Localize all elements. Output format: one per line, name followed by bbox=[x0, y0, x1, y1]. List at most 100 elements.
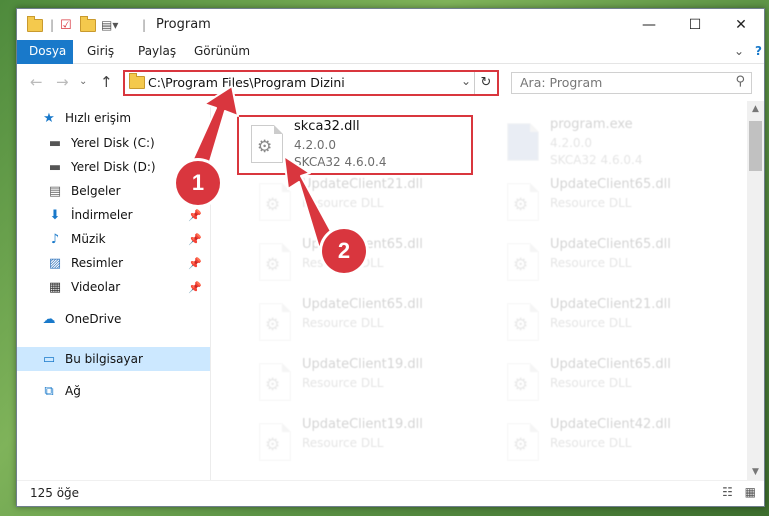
search-box[interactable]: Ara: Program ⚲ bbox=[511, 72, 752, 94]
vertical-scrollbar[interactable]: ▲ ▼ bbox=[747, 101, 764, 481]
cloud-icon: ☁ bbox=[42, 311, 56, 327]
pin-icon[interactable]: 📌 bbox=[188, 281, 202, 294]
file-description: Resource DLL bbox=[550, 376, 632, 390]
file-item[interactable]: ⚙ UpdateClient19.dll Resource DLL bbox=[247, 415, 477, 467]
file-name: UpdateClient42.dll bbox=[550, 417, 671, 432]
sidebar-item-label: Yerel Disk (D:) bbox=[71, 160, 156, 174]
dll-file-icon: ⚙ bbox=[507, 303, 539, 341]
computer-icon: ▭ bbox=[42, 351, 56, 367]
tab-home[interactable]: Giriş bbox=[87, 40, 114, 63]
title-bar: | ☑ ▤▾ | Program — ☐ ✕ bbox=[17, 9, 764, 40]
expand-ribbon-icon[interactable]: ⌄ bbox=[734, 40, 744, 63]
separator-icon: | bbox=[50, 18, 55, 32]
back-arrow-icon[interactable]: ← bbox=[30, 73, 43, 91]
music-icon: ♪ bbox=[50, 231, 60, 247]
up-arrow-icon[interactable]: ↑ bbox=[100, 73, 113, 91]
sidebar-item-network[interactable]: ⧉ Ağ bbox=[17, 379, 210, 403]
address-path[interactable]: C:\Program Files\Program Dizini bbox=[148, 75, 345, 90]
maximize-icon[interactable]: ☐ bbox=[672, 9, 718, 40]
chevron-down-icon[interactable]: ⌄ bbox=[461, 74, 471, 88]
tab-share[interactable]: Paylaş bbox=[138, 40, 176, 63]
dll-file-icon: ⚙ bbox=[259, 423, 291, 461]
file-description: SKCA32 4.6.0.4 bbox=[550, 153, 643, 167]
file-version: 4.2.0.0 bbox=[550, 136, 592, 150]
details-view-icon[interactable]: ☷ bbox=[722, 485, 733, 499]
file-item[interactable]: ⚙ UpdateClient65.dll Resource DLL bbox=[495, 355, 725, 407]
sidebar-item-label: Ağ bbox=[65, 384, 81, 398]
file-item[interactable]: ⚙ UpdateClient65.dll Resource DLL bbox=[247, 295, 477, 347]
drive-icon: ▬ bbox=[48, 159, 62, 175]
file-item-skca32[interactable]: ⚙ skca32.dll 4.2.0.0 SKCA32 4.6.0.4 bbox=[237, 115, 473, 175]
sidebar-item-label: Bu bilgisayar bbox=[65, 352, 143, 366]
sidebar-item-label: İndirmeler bbox=[71, 208, 133, 222]
sidebar-item-label: OneDrive bbox=[65, 312, 122, 326]
scroll-down-icon[interactable]: ▼ bbox=[747, 464, 764, 481]
sidebar-item-pictures[interactable]: ▨ Resimler 📌 bbox=[17, 251, 210, 275]
pin-icon[interactable]: 📌 bbox=[188, 257, 202, 270]
explorer-window: | ☑ ▤▾ | Program — ☐ ✕ Dosya Giriş Payla… bbox=[16, 8, 765, 507]
status-bar: 125 öğe ☷ ▦ bbox=[17, 480, 764, 506]
dll-file-icon: ⚙ bbox=[507, 363, 539, 401]
dll-file-icon: ⚙ bbox=[259, 243, 291, 281]
sidebar-item-onedrive[interactable]: ☁ OneDrive bbox=[17, 307, 210, 331]
properties-check-icon[interactable]: ☑ bbox=[60, 16, 72, 34]
tab-view[interactable]: Görünüm bbox=[194, 40, 250, 63]
file-description: Resource DLL bbox=[302, 376, 384, 390]
folder-icon bbox=[27, 15, 43, 34]
download-icon: ⬇ bbox=[49, 207, 61, 223]
scrollbar-thumb[interactable] bbox=[749, 121, 762, 171]
sidebar-item-label: Yerel Disk (C:) bbox=[71, 136, 155, 150]
sidebar-item-videos[interactable]: ▦ Videolar 📌 bbox=[17, 275, 210, 299]
forward-arrow-icon[interactable]: → bbox=[56, 73, 69, 91]
dll-file-icon: ⚙ bbox=[507, 183, 539, 221]
customize-toolbar-icon[interactable]: ▤▾ bbox=[101, 16, 118, 34]
address-bar[interactable]: C:\Program Files\Program Dizini ⌄ ↻ bbox=[123, 70, 499, 96]
file-item[interactable]: ⚙ UpdateClient42.dll Resource DLL bbox=[495, 415, 725, 467]
recent-locations-icon[interactable]: ⌄ bbox=[79, 76, 87, 87]
file-description: Resource DLL bbox=[550, 436, 632, 450]
close-icon[interactable]: ✕ bbox=[718, 9, 764, 40]
file-description: SKCA32 4.6.0.4 bbox=[294, 155, 387, 169]
pin-icon[interactable]: 📌 bbox=[188, 209, 202, 222]
file-version: 4.2.0.0 bbox=[294, 138, 336, 152]
search-input[interactable]: Ara: Program bbox=[520, 75, 602, 90]
view-toggle: ☷ ▦ bbox=[722, 485, 756, 499]
dll-file-icon: ⚙ bbox=[507, 423, 539, 461]
file-item[interactable]: program.exe 4.2.0.0 SKCA32 4.6.0.4 bbox=[495, 115, 725, 167]
file-name: UpdateClient19.dll bbox=[302, 357, 423, 372]
refresh-icon[interactable]: ↻ bbox=[474, 72, 497, 94]
sidebar-item-label: Resimler bbox=[71, 256, 124, 270]
file-item[interactable]: ⚙ UpdateClient65.dll Resource DLL bbox=[495, 235, 725, 287]
documents-icon: ▤ bbox=[48, 183, 62, 199]
item-count: 125 öğe bbox=[30, 486, 80, 500]
minimize-icon[interactable]: — bbox=[626, 9, 672, 40]
dll-file-icon: ⚙ bbox=[251, 125, 283, 163]
scroll-up-icon[interactable]: ▲ bbox=[747, 101, 764, 118]
dll-file-icon: ⚙ bbox=[259, 363, 291, 401]
address-row: ← → ⌄ ↑ C:\Program Files\Program Dizini … bbox=[17, 64, 764, 100]
file-item[interactable]: ⚙ UpdateClient21.dll Resource DLL bbox=[247, 175, 477, 227]
search-icon[interactable]: ⚲ bbox=[735, 74, 745, 89]
new-folder-icon[interactable] bbox=[80, 15, 96, 34]
sidebar-item-quick-access[interactable]: ★ Hızlı erişim bbox=[17, 106, 210, 130]
window-title: Program bbox=[156, 17, 211, 32]
file-item[interactable]: ⚙ UpdateClient65.dll Resource DLL bbox=[495, 175, 725, 227]
file-name: UpdateClient21.dll bbox=[550, 297, 671, 312]
file-name: UpdateClient65.dll bbox=[550, 237, 671, 252]
sidebar-item-drive-c[interactable]: ▬ Yerel Disk (C:) bbox=[17, 131, 210, 155]
sidebar-item-this-pc[interactable]: ▭ Bu bilgisayar bbox=[17, 347, 210, 371]
file-name: program.exe bbox=[550, 117, 633, 132]
help-icon[interactable]: ? bbox=[755, 40, 762, 63]
file-item[interactable]: ⚙ UpdateClient21.dll Resource DLL bbox=[495, 295, 725, 347]
step-marker-1: 1 bbox=[176, 161, 220, 205]
file-list: ⚙ skca32.dll 4.2.0.0 SKCA32 4.6.0.4 prog… bbox=[211, 101, 747, 481]
sidebar-item-music[interactable]: ♪ Müzik 📌 bbox=[17, 227, 210, 251]
sidebar-item-downloads[interactable]: ⬇ İndirmeler 📌 bbox=[17, 203, 210, 227]
file-name: UpdateClient65.dll bbox=[550, 357, 671, 372]
star-icon: ★ bbox=[43, 110, 55, 126]
pin-icon[interactable]: 📌 bbox=[188, 233, 202, 246]
file-description: Resource DLL bbox=[550, 196, 632, 210]
sidebar-item-label: Müzik bbox=[71, 232, 106, 246]
large-icons-view-icon[interactable]: ▦ bbox=[745, 485, 756, 499]
file-item[interactable]: ⚙ UpdateClient19.dll Resource DLL bbox=[247, 355, 477, 407]
